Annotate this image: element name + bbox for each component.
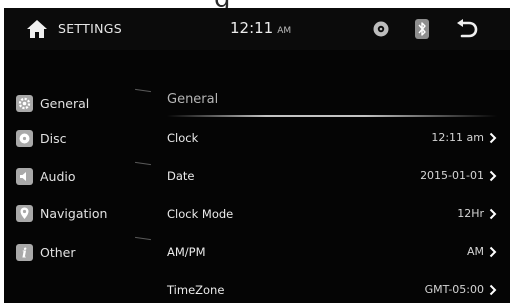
setting-label: TimeZone (167, 283, 225, 297)
setting-value: 2015-01-01 (420, 169, 484, 182)
setting-row-am-pm[interactable]: AM/PM AM (164, 234, 510, 270)
gear-icon (16, 95, 33, 112)
map-pin-icon (16, 205, 33, 222)
setting-value: GMT-05:00 (424, 283, 484, 296)
disc-status-icon[interactable] (373, 21, 389, 37)
page-title: SETTINGS (58, 21, 122, 36)
section-underline (167, 115, 497, 117)
sidebar-item-general[interactable]: General (16, 93, 154, 115)
setting-value: 12:11 am (431, 131, 484, 144)
sidebar-item-label: Disc (40, 131, 67, 146)
sidebar-item-label: Navigation (40, 206, 108, 221)
sidebar-divider (135, 88, 151, 93)
status-clock: 12:11 AM (230, 19, 291, 37)
sidebar-item-label: Other (40, 245, 76, 260)
setting-label: AM/PM (167, 245, 206, 259)
setting-row-clock-mode[interactable]: Clock Mode 12Hr (164, 196, 510, 232)
sidebar-divider (135, 161, 151, 166)
svg-text:i: i (22, 247, 27, 262)
chevron-right-icon (489, 170, 497, 182)
clock-ampm: AM (277, 26, 292, 36)
section-title: General (167, 92, 219, 107)
home-icon[interactable] (26, 19, 48, 39)
setting-label: Date (167, 169, 195, 183)
chevron-right-icon (489, 208, 497, 220)
settings-display: SETTINGS 12:11 AM General Disc Audio Nav… (4, 8, 510, 303)
setting-label: Clock Mode (167, 207, 234, 221)
setting-value: AM (466, 245, 484, 258)
setting-label: Clock (167, 131, 199, 145)
clock-time: 12:11 (230, 19, 274, 37)
disc-icon (16, 130, 33, 147)
setting-row-clock[interactable]: Clock 12:11 am (164, 120, 510, 156)
setting-row-timezone[interactable]: TimeZone GMT-05:00 (164, 272, 510, 303)
sidebar-item-audio[interactable]: Audio (16, 166, 154, 188)
bluetooth-icon[interactable] (415, 19, 429, 39)
chevron-right-icon (489, 246, 497, 258)
sidebar-item-disc[interactable]: Disc (16, 128, 154, 150)
setting-row-date[interactable]: Date 2015-01-01 (164, 158, 510, 194)
back-icon[interactable] (456, 19, 478, 39)
info-icon: i (16, 244, 33, 261)
setting-value: 12Hr (457, 207, 484, 220)
top-bar: SETTINGS 12:11 AM (4, 8, 510, 50)
chevron-right-icon (489, 132, 497, 144)
chevron-right-icon (489, 284, 497, 296)
sidebar-item-label: Audio (40, 169, 76, 184)
speaker-icon (16, 168, 33, 185)
sidebar-divider (135, 236, 151, 241)
sidebar-item-other[interactable]: i Other (16, 242, 154, 264)
sidebar-item-navigation[interactable]: Navigation (16, 203, 154, 225)
screen: g SETTINGS 12:11AM (0, 0, 512, 305)
sidebar-item-label: General (40, 96, 90, 111)
